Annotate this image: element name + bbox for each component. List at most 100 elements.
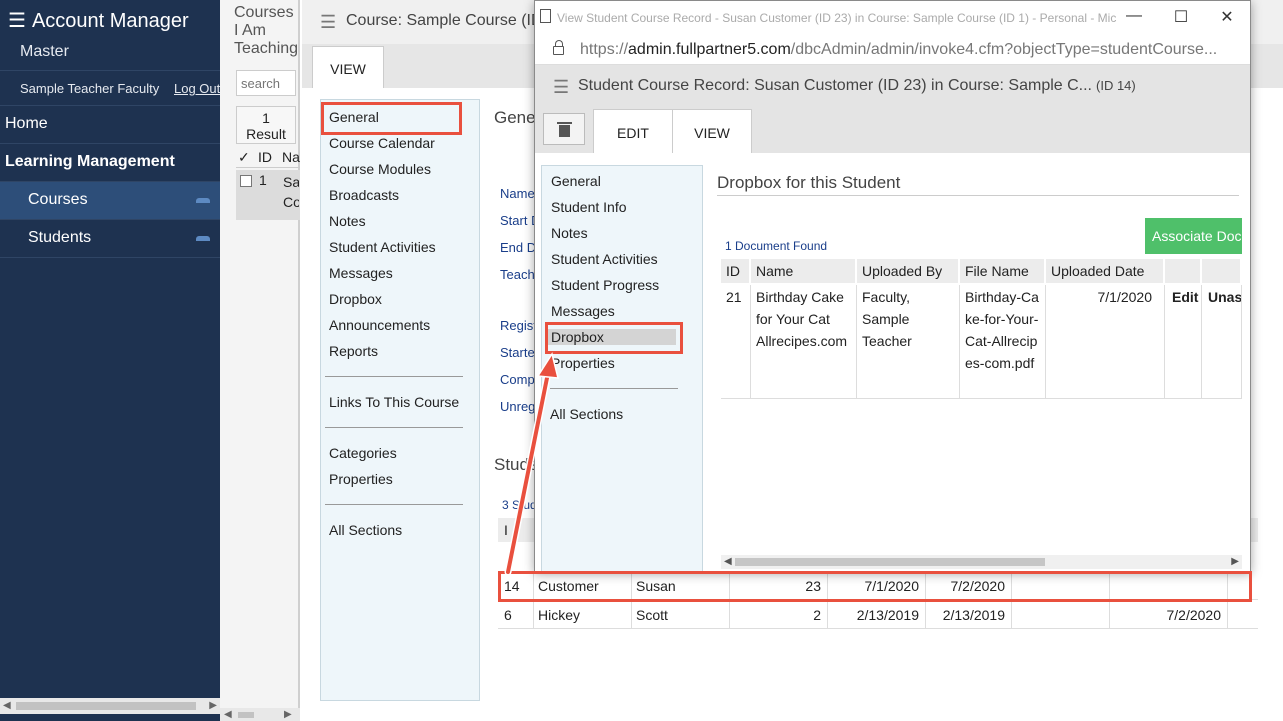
course-row[interactable]: 1 Sa Co [236, 170, 300, 220]
menu-icon[interactable]: ☰ [553, 77, 569, 98]
url-text[interactable]: https://admin.fullpartner5.com/dbcAdmin/… [580, 41, 1240, 59]
heading-divider [717, 195, 1239, 196]
address-bar[interactable]: https://admin.fullpartner5.com/dbcAdmin/… [535, 35, 1250, 65]
nav-student-progress[interactable]: Student Progress [551, 277, 659, 293]
nav-student-activities[interactable]: Student Activities [329, 239, 436, 255]
sidebar-item-students[interactable]: Students [0, 220, 220, 258]
record-section-nav: General Student Info Notes Student Activ… [541, 165, 703, 573]
trash-icon [557, 122, 572, 124]
doc-file-name[interactable]: Birthday-Cake-for-Your-Cat-Allrecipes-co… [960, 285, 1046, 399]
scrollbar-thumb[interactable] [238, 712, 254, 718]
collapse-icon[interactable] [196, 198, 210, 203]
nav-general[interactable]: General [551, 173, 601, 189]
sidebar-item-learning-management[interactable]: Learning Management [0, 144, 220, 182]
nav-notes[interactable]: Notes [329, 213, 366, 229]
lock-icon [553, 40, 564, 55]
nav-properties[interactable]: Properties [551, 355, 615, 371]
student-last-name: Hickey [534, 601, 632, 629]
menu-icon[interactable]: ☰ [320, 12, 336, 33]
column-header-name[interactable]: Name [751, 259, 857, 283]
course-list-scrollbar[interactable]: ◀ ▶ [220, 708, 300, 721]
doc-id: 21 [721, 285, 751, 399]
nav-notes[interactable]: Notes [551, 225, 588, 241]
scroll-right-icon[interactable]: ▶ [209, 700, 217, 711]
page-icon [540, 9, 551, 23]
nav-properties[interactable]: Properties [329, 471, 393, 487]
check-column-header: ✓ [238, 149, 250, 165]
app-title-label: Account Manager [31, 10, 189, 32]
sidebar-item-label: Learning Management [5, 153, 175, 170]
nav-student-activities[interactable]: Student Activities [551, 251, 658, 267]
tab-view[interactable]: VIEW [672, 109, 752, 153]
nav-messages[interactable]: Messages [329, 265, 393, 281]
student-date-1: 2/13/2019 [828, 601, 926, 629]
logout-link[interactable]: Log Out [174, 81, 220, 96]
field-label-completed: Comp [500, 372, 535, 387]
column-header-uploaded-by[interactable]: Uploaded By [857, 259, 960, 283]
field-label-started: Starte [500, 345, 535, 360]
window-title-bar[interactable]: View Student Course Record - Susan Custo… [535, 1, 1250, 35]
column-header-id[interactable]: ID [721, 259, 751, 283]
scroll-right-icon[interactable]: ▶ [1231, 556, 1239, 567]
record-title: Student Course Record: Susan Customer (I… [578, 77, 1136, 95]
nav-messages[interactable]: Messages [551, 303, 615, 319]
tab-view[interactable]: VIEW [312, 46, 384, 88]
table-row[interactable]: 6 Hickey Scott 2 2/13/2019 2/13/2019 7/2… [498, 601, 1258, 629]
scrollbar-thumb[interactable] [16, 702, 196, 710]
menu-icon[interactable]: ☰ [8, 10, 26, 32]
sidebar-item-courses[interactable]: Courses [0, 182, 220, 220]
associate-document-button[interactable]: Associate Doc [1145, 218, 1242, 254]
tab-edit[interactable]: EDIT [593, 109, 673, 153]
field-label-teacher: Teach [500, 267, 535, 282]
delete-button[interactable] [543, 113, 585, 145]
scroll-left-icon[interactable]: ◀ [224, 709, 232, 720]
column-header-unassign [1202, 259, 1242, 283]
nav-dropbox[interactable]: Dropbox [329, 291, 382, 307]
nav-broadcasts[interactable]: Broadcasts [329, 187, 399, 203]
dropbox-scrollbar[interactable]: ◀ ▶ [721, 555, 1242, 569]
scroll-right-icon[interactable]: ▶ [284, 709, 292, 720]
url-path: /dbcAdmin/admin/invoke4.cfm?objectType=s… [790, 41, 1218, 58]
field-label-registered: Regist [500, 318, 537, 333]
app-title[interactable]: ☰ Account Manager [8, 8, 189, 33]
minimize-icon[interactable]: — [1119, 7, 1149, 29]
search-input[interactable] [236, 70, 296, 96]
collapse-icon[interactable] [196, 236, 210, 241]
close-icon[interactable]: ✕ [1212, 7, 1242, 29]
course-title: Course: Sample Course (ID [346, 12, 543, 29]
scroll-left-icon[interactable]: ◀ [724, 556, 732, 567]
id-column-header: ID [258, 149, 272, 165]
window-title: View Student Course Record - Susan Custo… [557, 11, 1117, 25]
nav-announcements[interactable]: Announcements [329, 317, 430, 333]
nav-categories[interactable]: Categories [329, 445, 397, 461]
nav-divider [550, 388, 678, 389]
nav-course-modules[interactable]: Course Modules [329, 161, 431, 177]
sidebar-item-home[interactable]: Home [0, 106, 220, 144]
student-date-3: 7/2/2020 [1110, 601, 1228, 629]
nav-student-info[interactable]: Student Info [551, 199, 627, 215]
nav-links-to-this-course[interactable]: Links To This Course [329, 394, 459, 410]
edit-link[interactable]: Edit [1165, 285, 1202, 399]
nav-divider [325, 504, 463, 505]
highlight-student-row [498, 571, 1252, 602]
scroll-left-icon[interactable]: ◀ [3, 700, 11, 711]
scrollbar-thumb[interactable] [735, 558, 1045, 566]
trash-icon-body [559, 125, 570, 137]
student-number: 2 [730, 601, 828, 629]
nav-all-sections[interactable]: All Sections [329, 522, 402, 538]
doc-uploaded-date: 7/1/2020 [1046, 285, 1165, 399]
sidebar-scrollbar[interactable]: ◀ ▶ [0, 698, 220, 714]
unassign-link[interactable]: Unas [1202, 285, 1242, 399]
row-checkbox[interactable] [240, 175, 252, 187]
students-heading: Stude [494, 455, 539, 474]
course-section-nav: General Course Calendar Course Modules B… [320, 99, 480, 701]
nav-all-sections[interactable]: All Sections [550, 406, 623, 422]
maximize-icon[interactable]: ☐ [1166, 7, 1196, 29]
nav-course-calendar[interactable]: Course Calendar [329, 135, 435, 151]
nav-reports[interactable]: Reports [329, 343, 378, 359]
column-header-uploaded-date[interactable]: Uploaded Date [1046, 259, 1165, 283]
students-id-header: I [504, 522, 508, 538]
column-header-file-name[interactable]: File Name [960, 259, 1046, 283]
student-record-window: View Student Course Record - Susan Custo… [534, 0, 1251, 573]
course-row-name[interactable]: Sa Co [283, 172, 299, 212]
